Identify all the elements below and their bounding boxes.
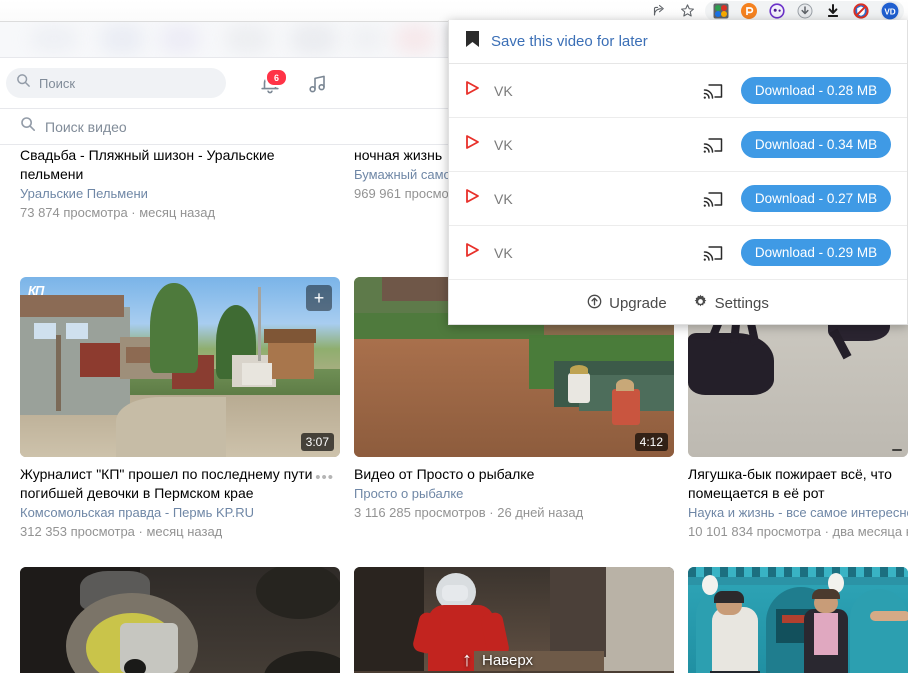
- add-to-playlist-button[interactable]: +: [306, 285, 332, 311]
- video-duration: [892, 449, 902, 451]
- video-duration: 3:07: [300, 433, 334, 451]
- download-row: VK Download - 0.34 MB: [449, 118, 907, 172]
- download-row: VK Download - 0.28 MB: [449, 64, 907, 118]
- extension-icon-group: VD: [705, 0, 904, 21]
- upgrade-circle-arrow-icon: [587, 294, 602, 313]
- screenshot-root: VD Поиск 6 Поиск видео Свадьба - Пляжный…: [0, 0, 908, 673]
- svg-text:VD: VD: [884, 7, 895, 16]
- download-button[interactable]: Download - 0.28 MB: [741, 77, 891, 104]
- scroll-to-top-label: Наверх: [482, 651, 533, 669]
- more-options-icon[interactable]: •••: [315, 469, 334, 486]
- search-input[interactable]: Поиск: [6, 68, 226, 98]
- download-button[interactable]: Download - 0.34 MB: [741, 131, 891, 158]
- play-triangle-icon: [465, 80, 480, 101]
- video-search-icon: [20, 116, 36, 137]
- scroll-to-top-button[interactable]: ↑ Наверх: [462, 650, 533, 670]
- video-stats: 3 116 285 просмотров · 26 дней назад: [354, 505, 584, 520]
- save-for-later-label[interactable]: Save this video for later: [491, 33, 648, 50]
- video-downloader-profile-icon[interactable]: VD: [880, 0, 900, 21]
- notifications-button[interactable]: 6: [258, 68, 288, 98]
- upgrade-button[interactable]: Upgrade: [587, 294, 667, 313]
- share-icon[interactable]: [648, 2, 670, 20]
- popup-header[interactable]: Save this video for later: [449, 20, 907, 64]
- browser-toolbar: VD: [0, 0, 908, 22]
- video-title[interactable]: Журналист "КП" прошел по последнему пути…: [20, 465, 320, 503]
- video-card[interactable]: продавец убеждал что эти: [20, 567, 340, 673]
- popup-footer: Upgrade Settings: [449, 280, 907, 327]
- download-arrow-extension-icon[interactable]: [824, 2, 842, 20]
- video-owner[interactable]: Уральские Пельмени: [20, 184, 340, 203]
- purple-smiley-extension-icon[interactable]: [768, 2, 786, 20]
- colorful-puzzle-extension-icon[interactable]: [712, 2, 730, 20]
- video-thumbnail[interactable]: КП + 3:07: [20, 277, 340, 457]
- adblock-disabled-extension-icon[interactable]: [852, 2, 870, 20]
- settings-label: Settings: [714, 295, 769, 312]
- gear-icon: [693, 294, 708, 313]
- play-triangle-icon: [465, 134, 480, 155]
- video-thumbnail[interactable]: продавец убеждал что эти: [20, 567, 340, 673]
- video-search-placeholder: Поиск видео: [45, 118, 127, 135]
- channel-watermark: КП: [28, 283, 44, 298]
- download-button[interactable]: Download - 0.27 MB: [741, 185, 891, 212]
- download-button[interactable]: Download - 0.29 MB: [741, 239, 891, 266]
- bookmark-icon: [465, 30, 480, 53]
- video-stats: 10 101 834 просмотра · два месяца н: [688, 524, 908, 539]
- cast-icon[interactable]: [703, 136, 723, 154]
- search-placeholder: Поиск: [39, 75, 76, 91]
- video-row-bottom: продавец убеждал что эти: [0, 567, 908, 673]
- video-thumbnail[interactable]: [688, 567, 908, 673]
- video-title[interactable]: Видео от Просто о рыбалке: [354, 465, 654, 484]
- video-card[interactable]: КП + 3:07 ••• Журналист "КП" прошел по п…: [20, 277, 340, 541]
- download-site-label: VK: [494, 136, 513, 153]
- cast-icon[interactable]: [703, 82, 723, 100]
- cast-icon[interactable]: [703, 244, 723, 262]
- video-stats: 73 874 просмотра · месяц назад: [20, 205, 216, 220]
- download-row: VK Download - 0.27 MB: [449, 172, 907, 226]
- download-site-label: VK: [494, 82, 513, 99]
- play-triangle-icon: [465, 188, 480, 209]
- video-owner[interactable]: Просто о рыбалке: [354, 484, 674, 503]
- video-card[interactable]: [688, 567, 908, 673]
- download-circle-extension-icon[interactable]: [796, 2, 814, 20]
- upgrade-label: Upgrade: [609, 295, 667, 312]
- video-duration: 4:12: [634, 433, 668, 451]
- download-site-label: VK: [494, 190, 513, 207]
- music-button[interactable]: [305, 72, 331, 98]
- video-title[interactable]: Свадьба - Пляжный шизон - Уральские пель…: [20, 146, 320, 184]
- download-site-label: VK: [494, 244, 513, 261]
- video-stats: 312 353 просмотра · месяц назад: [20, 524, 223, 539]
- notifications-badge: 6: [265, 68, 288, 87]
- up-arrow-icon: ↑: [462, 649, 472, 671]
- video-owner[interactable]: Комсомольская правда - Пермь KP.RU: [20, 503, 340, 522]
- download-row: VK Download - 0.29 MB: [449, 226, 907, 280]
- settings-button[interactable]: Settings: [693, 294, 769, 313]
- video-downloader-popup: Save this video for later VK Download - …: [448, 20, 908, 325]
- search-icon: [16, 73, 31, 93]
- video-owner[interactable]: Наука и жизнь - все самое интересне: [688, 503, 908, 522]
- bookmark-star-icon[interactable]: [676, 2, 698, 20]
- play-triangle-icon: [465, 242, 480, 263]
- cast-icon[interactable]: [703, 190, 723, 208]
- pocket-extension-icon[interactable]: [740, 2, 758, 20]
- video-title[interactable]: Лягушка-бык пожирает всё, что помещается…: [688, 465, 908, 503]
- video-card[interactable]: Свадьба - Пляжный шизон - Уральские пель…: [20, 146, 340, 222]
